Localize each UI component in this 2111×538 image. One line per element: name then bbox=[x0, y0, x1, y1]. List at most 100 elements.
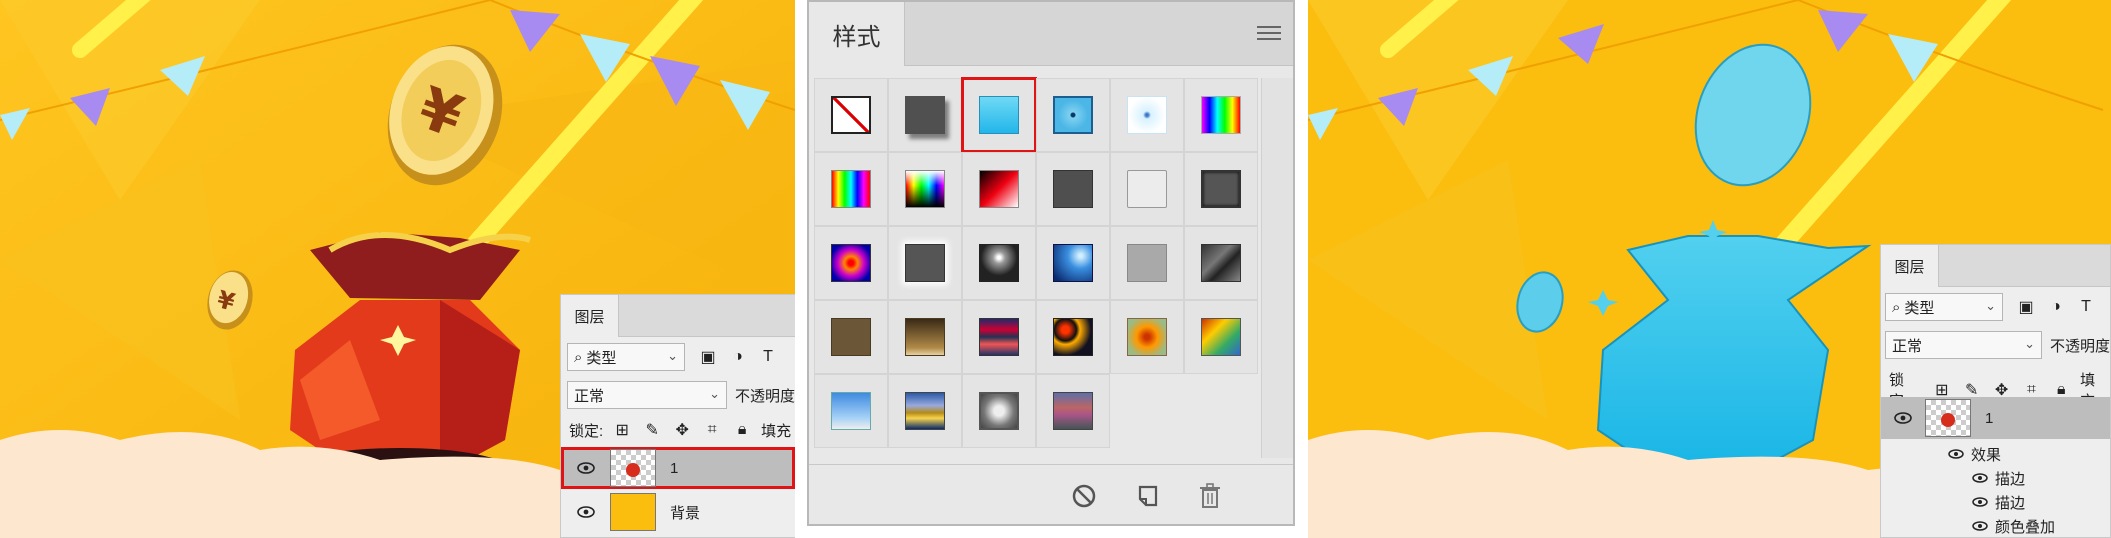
tab-styles[interactable]: 样式 bbox=[809, 2, 905, 66]
style-swatch-light-gray[interactable] bbox=[1110, 226, 1184, 300]
layer-name: 背景 bbox=[670, 504, 701, 522]
style-swatch-stone-frame[interactable] bbox=[962, 374, 1036, 448]
style-swatch-rainbow-h[interactable] bbox=[814, 152, 888, 226]
lock-artboard-icon[interactable]: ⌗ bbox=[701, 419, 723, 441]
style-preview bbox=[905, 392, 945, 430]
image-filter-icon[interactable]: ▣ bbox=[2015, 296, 2037, 318]
layer-thumbnail bbox=[610, 449, 656, 487]
filter-label: 类型 bbox=[1904, 299, 1935, 317]
tab-layers[interactable]: 图层 bbox=[561, 295, 619, 337]
style-preview bbox=[831, 392, 871, 430]
lock-position-icon[interactable]: ✥ bbox=[671, 419, 693, 441]
style-preview bbox=[1127, 170, 1167, 208]
clear-style-icon[interactable] bbox=[1069, 481, 1099, 511]
style-swatch-rainbow-v[interactable] bbox=[1184, 78, 1258, 152]
style-swatch-sunset-stripe[interactable] bbox=[888, 374, 962, 448]
type-filter-icon[interactable]: T bbox=[2075, 296, 2097, 318]
eye-icon[interactable] bbox=[1947, 442, 1965, 466]
layer-thumbnail bbox=[610, 493, 656, 531]
style-swatch-chrome-sphere[interactable] bbox=[962, 226, 1036, 300]
styles-panel: 样式 bbox=[807, 0, 1295, 526]
layer-row-selected[interactable]: 1 bbox=[1881, 397, 2110, 439]
eye-icon[interactable] bbox=[574, 500, 598, 524]
layer-row-selected[interactable]: 1 bbox=[561, 447, 795, 489]
chevron-down-icon: ⌄ bbox=[2024, 336, 2035, 351]
style-preview bbox=[1053, 318, 1093, 356]
style-preview bbox=[1201, 244, 1241, 282]
style-swatch-brown-gradient[interactable] bbox=[888, 300, 962, 374]
effect-name: 颜色叠加 bbox=[1995, 518, 2056, 536]
delete-icon[interactable] bbox=[1195, 481, 1225, 511]
layers-tab-bar: 图层 bbox=[561, 295, 795, 337]
style-preview bbox=[905, 244, 945, 282]
style-swatch-purple-stripe[interactable] bbox=[1036, 374, 1110, 448]
layers-panel: 图层 ⌕ 类型 ⌄ ▣ ◑ T 正常 ⌄ 不透明度 锁定: ⊞ ✎ ✥ ⌗ 🔒︎ bbox=[560, 294, 795, 538]
style-swatch-rock[interactable] bbox=[1184, 226, 1258, 300]
style-swatch-stripe-blue-red[interactable] bbox=[962, 300, 1036, 374]
style-swatch-orange-blur[interactable] bbox=[1110, 300, 1184, 374]
style-swatch-sky-blue[interactable] bbox=[814, 374, 888, 448]
styles-header: 样式 bbox=[809, 2, 1293, 66]
style-swatch-white-outline[interactable] bbox=[1110, 152, 1184, 226]
style-preview bbox=[905, 96, 945, 134]
eye-icon[interactable] bbox=[1971, 490, 1989, 514]
effect-name: 描边 bbox=[1995, 470, 2026, 488]
layer-row[interactable]: 背景 bbox=[561, 491, 795, 533]
blend-mode-value: 正常 bbox=[574, 387, 605, 405]
blend-mode-select[interactable]: 正常 ⌄ bbox=[567, 381, 727, 409]
style-swatch-red-black[interactable] bbox=[962, 152, 1036, 226]
effect-item[interactable]: 描边 bbox=[1881, 491, 2110, 513]
left-canvas-screenshot: ¥ ¥ 图层 ⌕ 类型 ⌄ ▣ ◑ T 正常 ⌄ 不透明度 锁定: ⊞ ✎ ✥ … bbox=[0, 0, 795, 538]
chevron-down-icon: ⌄ bbox=[709, 386, 720, 401]
styles-grid bbox=[814, 77, 1260, 450]
scrollbar[interactable] bbox=[1261, 78, 1293, 458]
style-preview bbox=[979, 318, 1019, 356]
style-swatch-cyan-gradient[interactable] bbox=[961, 77, 1037, 153]
style-preview bbox=[831, 96, 871, 134]
type-filter-icon[interactable]: T bbox=[757, 346, 779, 368]
lock-label: 锁定: bbox=[569, 422, 604, 440]
tab-layers[interactable]: 图层 bbox=[1881, 245, 1939, 287]
layer-filter-select[interactable]: ⌕ 类型 ⌄ bbox=[567, 343, 685, 371]
adjustment-filter-icon[interactable]: ◑ bbox=[2045, 296, 2067, 318]
chevron-down-icon: ⌄ bbox=[667, 348, 678, 363]
layer-thumbnail bbox=[1925, 399, 1971, 437]
effect-item[interactable]: 颜色叠加 bbox=[1881, 515, 2110, 537]
effects-row[interactable]: 效果 bbox=[1881, 443, 2110, 465]
lock-all-icon[interactable]: 🔒︎ bbox=[731, 419, 753, 441]
effect-item[interactable]: 描边 bbox=[1881, 467, 2110, 489]
style-swatch-hue-bar[interactable] bbox=[888, 152, 962, 226]
adjustment-filter-icon[interactable]: ◑ bbox=[727, 346, 749, 368]
style-swatch-none[interactable] bbox=[814, 78, 888, 152]
blend-mode-select[interactable]: 正常 ⌄ bbox=[1885, 331, 2042, 359]
eye-icon[interactable] bbox=[1971, 514, 1989, 538]
image-filter-icon[interactable]: ▣ bbox=[697, 346, 719, 368]
style-swatch-brown[interactable] bbox=[814, 300, 888, 374]
layer-name: 1 bbox=[1985, 409, 1994, 427]
style-preview bbox=[979, 170, 1019, 208]
layer-filter-select[interactable]: ⌕ 类型 ⌄ bbox=[1885, 293, 2003, 321]
new-style-icon[interactable] bbox=[1133, 481, 1163, 511]
style-preview bbox=[905, 170, 945, 208]
style-swatch-shadow[interactable] bbox=[888, 78, 962, 152]
style-swatch-rainbow-blend[interactable] bbox=[1184, 300, 1258, 374]
lock-pixels-icon[interactable]: ✎ bbox=[641, 419, 663, 441]
style-swatch-gray-glow[interactable] bbox=[888, 226, 962, 300]
style-swatch-blue-frame[interactable] bbox=[1036, 78, 1110, 152]
style-swatch-gray-shadow[interactable] bbox=[1184, 152, 1258, 226]
style-preview bbox=[1053, 392, 1093, 430]
lock-transparency-icon[interactable]: ⊞ bbox=[611, 419, 633, 441]
eye-icon[interactable] bbox=[1891, 406, 1915, 430]
eye-icon[interactable] bbox=[574, 456, 598, 480]
style-swatch-radial-rainbow[interactable] bbox=[814, 226, 888, 300]
eye-icon[interactable] bbox=[1971, 466, 1989, 490]
style-swatch-abstract-red[interactable] bbox=[1036, 300, 1110, 374]
layers-tab-bar: 图层 bbox=[1881, 245, 2110, 287]
style-preview bbox=[1053, 96, 1093, 134]
panel-menu-icon[interactable] bbox=[1257, 26, 1281, 44]
style-swatch-blue-glass[interactable] bbox=[1036, 226, 1110, 300]
layers-panel: 图层 ⌕ 类型 ⌄ ▣ ◑ T 正常 ⌄ 不透明度 锁定: ⊞ ✎ ✥ ⌗ 🔒︎ bbox=[1880, 244, 2111, 538]
style-swatch-dark-gray[interactable] bbox=[1036, 152, 1110, 226]
style-preview bbox=[979, 392, 1019, 430]
style-swatch-light-glow[interactable] bbox=[1110, 78, 1184, 152]
